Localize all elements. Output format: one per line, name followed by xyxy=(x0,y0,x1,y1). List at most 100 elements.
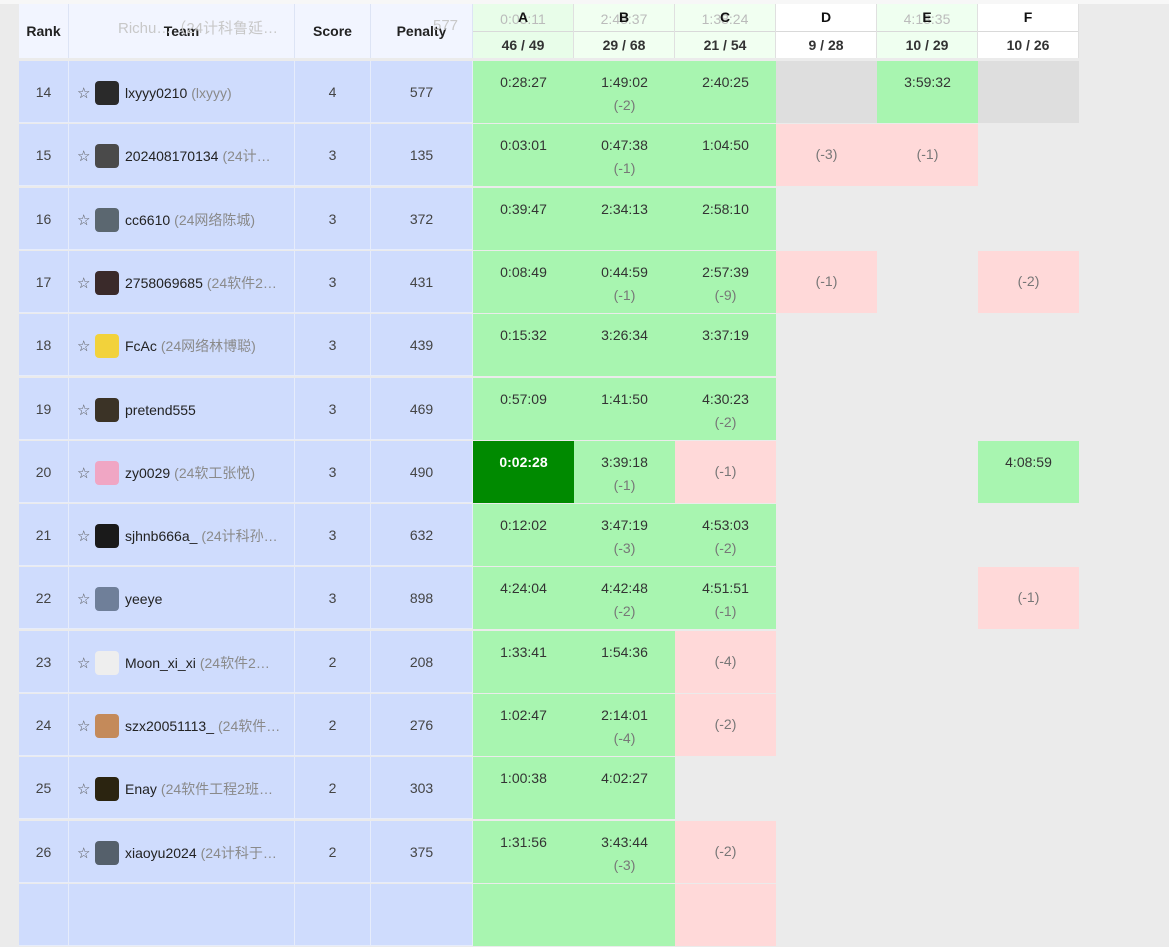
table-row[interactable]: 19 ☆ pretend555 3 469 0:57:09 1:41:50 4:30:23 (-… xyxy=(19,377,1079,441)
problem-d-cell[interactable] xyxy=(776,378,877,440)
team-name[interactable]: xiaoyu2024 xyxy=(125,845,197,861)
problem-d-cell[interactable] xyxy=(776,441,877,503)
rank-header[interactable]: Rank xyxy=(19,4,69,58)
problem-f-header[interactable]: F 10 / 26 xyxy=(978,4,1079,58)
problem-c-cell[interactable]: 4:53:03 (-2) xyxy=(675,504,776,567)
problem-b-cell[interactable]: 4:42:48 (-2) xyxy=(574,567,675,630)
problem-b-cell[interactable]: 1:49:02 (-2) xyxy=(574,61,675,123)
problem-b-cell[interactable]: 3:47:19 (-3) xyxy=(574,504,675,567)
problem-d-cell[interactable] xyxy=(776,821,877,883)
score-header[interactable]: Score xyxy=(295,4,371,58)
team-name[interactable]: cc6610 xyxy=(125,212,170,228)
problem-d-cell[interactable] xyxy=(776,631,877,693)
team-name[interactable]: szx20051113_ xyxy=(125,718,214,734)
problem-a-cell[interactable]: 1:33:41 xyxy=(473,630,574,693)
problem-a-cell[interactable]: 0:12:02 xyxy=(473,504,574,567)
team-cell[interactable]: ☆ lxyyy0210 (lxyyy) xyxy=(69,61,295,123)
problem-e-cell[interactable] xyxy=(877,504,978,566)
problem-f-cell[interactable] xyxy=(978,821,1079,883)
problem-d-cell[interactable] xyxy=(776,884,877,946)
problem-b-cell[interactable]: 3:39:18 (-1) xyxy=(574,440,675,503)
problem-f-cell[interactable] xyxy=(978,378,1079,440)
problem-d-header[interactable]: D 9 / 28 xyxy=(776,4,877,58)
team-name[interactable]: 2758069685 xyxy=(125,275,203,291)
star-icon[interactable]: ☆ xyxy=(77,84,95,102)
problem-f-cell[interactable] xyxy=(978,757,1079,819)
problem-c-cell[interactable]: 3:37:19 xyxy=(675,314,776,377)
problem-d-cell[interactable] xyxy=(776,504,877,566)
problem-d-cell[interactable] xyxy=(776,314,877,376)
table-row[interactable]: 18 ☆ FcAc (24网络林博聪) 3 439 0:15:32 3:26:34 3:37:1… xyxy=(19,314,1079,377)
problem-e-cell[interactable] xyxy=(877,378,978,440)
team-cell[interactable]: ☆ Enay (24软件工程2班… xyxy=(69,757,295,820)
problem-b-cell[interactable]: 1:41:50 xyxy=(574,377,675,440)
problem-c-cell[interactable]: 1:04:50 xyxy=(675,124,776,187)
problem-a-cell[interactable] xyxy=(473,883,574,946)
problem-a-cell[interactable]: 0:57:09 xyxy=(473,377,574,440)
table-row[interactable]: 20 ☆ zy0029 (24软工张悦) 3 490 0:02:28 3:39:18 (-1) (… xyxy=(19,440,1079,504)
table-row[interactable]: 24 ☆ szx20051113_ (24软件… 2 276 1:02:47 2:14:01 (… xyxy=(19,694,1079,757)
problem-d-cell[interactable]: (-3) xyxy=(776,124,877,187)
star-icon[interactable]: ☆ xyxy=(77,337,95,355)
team-name[interactable]: zy0029 xyxy=(125,465,170,481)
problem-a-cell[interactable]: 4:24:04 xyxy=(473,567,574,630)
team-name[interactable]: Moon_xi_xi xyxy=(125,655,196,671)
problem-c-cell[interactable]: 4:51:51 (-1) xyxy=(675,567,776,630)
problem-c-cell[interactable] xyxy=(675,883,776,946)
problem-f-cell[interactable]: 4:08:59 xyxy=(978,440,1079,503)
problem-e-cell[interactable] xyxy=(877,757,978,819)
problem-f-cell[interactable] xyxy=(978,884,1079,946)
problem-c-cell[interactable] xyxy=(675,757,776,819)
team-name[interactable]: FcAc xyxy=(125,338,157,354)
table-row[interactable]: 15 ☆ 202408170134 (24计… 3 135 0:03:01 0:47:38 (-… xyxy=(19,124,1079,187)
team-cell[interactable]: ☆ 2758069685 (24软件2… xyxy=(69,250,295,313)
problem-d-cell[interactable] xyxy=(776,757,877,819)
problem-e-cell[interactable] xyxy=(877,314,978,376)
table-row[interactable]: 26 ☆ xiaoyu2024 (24计科于… 2 375 1:31:56 3:43:44 (-… xyxy=(19,820,1079,884)
team-name[interactable]: sjhnb666a_ xyxy=(125,528,197,544)
table-row[interactable] xyxy=(19,883,1079,947)
problem-f-cell[interactable] xyxy=(978,694,1079,756)
problem-a-header[interactable]: 0:03:11 A 46 / 49 xyxy=(473,4,574,58)
problem-e-cell[interactable] xyxy=(877,821,978,883)
problem-f-cell[interactable] xyxy=(978,188,1079,250)
star-icon[interactable]: ☆ xyxy=(77,274,95,292)
problem-c-cell[interactable]: 2:58:10 xyxy=(675,187,776,250)
problem-f-cell[interactable] xyxy=(978,61,1079,123)
star-icon[interactable]: ☆ xyxy=(77,717,95,735)
problem-f-cell[interactable]: (-2) xyxy=(978,250,1079,313)
problem-d-cell[interactable] xyxy=(776,188,877,250)
team-name[interactable]: yeeye xyxy=(125,591,162,607)
problem-b-cell[interactable]: 1:54:36 xyxy=(574,630,675,693)
problem-a-cell[interactable]: 1:00:38 xyxy=(473,757,574,820)
problem-e-cell[interactable] xyxy=(877,251,978,313)
problem-e-cell[interactable] xyxy=(877,441,978,503)
problem-d-cell[interactable] xyxy=(776,567,877,629)
star-icon[interactable]: ☆ xyxy=(77,844,95,862)
problem-f-cell[interactable] xyxy=(978,504,1079,566)
team-name[interactable]: Enay xyxy=(125,781,157,797)
problem-c-cell[interactable]: 4:30:23 (-2) xyxy=(675,377,776,440)
problem-f-cell[interactable] xyxy=(978,314,1079,376)
team-cell[interactable]: ☆ yeeye xyxy=(69,567,295,630)
problem-c-cell[interactable]: (-2) xyxy=(675,820,776,883)
problem-b-cell[interactable]: 2:14:01 (-4) xyxy=(574,694,675,756)
table-row[interactable]: 22 ☆ yeeye 3 898 4:24:04 4:42:48 (-2) 4:51:51 (-1… xyxy=(19,567,1079,630)
problem-e-cell[interactable] xyxy=(877,567,978,629)
team-name[interactable]: pretend555 xyxy=(125,402,196,418)
team-cell[interactable]: ☆ FcAc (24网络林博聪) xyxy=(69,314,295,377)
problem-e-header[interactable]: 4:18:35 E 10 / 29 xyxy=(877,4,978,58)
team-cell[interactable]: ☆ xiaoyu2024 (24计科于… xyxy=(69,820,295,883)
problem-b-cell[interactable]: 4:02:27 xyxy=(574,757,675,820)
star-icon[interactable]: ☆ xyxy=(77,780,95,798)
team-cell[interactable]: ☆ 202408170134 (24计… xyxy=(69,124,295,187)
team-cell[interactable]: ☆ sjhnb666a_ (24计科孙… xyxy=(69,504,295,567)
problem-b-cell[interactable]: 3:26:34 xyxy=(574,314,675,377)
problem-c-cell[interactable]: 2:40:25 xyxy=(675,61,776,123)
star-icon[interactable]: ☆ xyxy=(77,211,95,229)
star-icon[interactable]: ☆ xyxy=(77,147,95,165)
problem-a-cell[interactable]: 0:08:49 xyxy=(473,250,574,313)
table-row[interactable]: 14 ☆ lxyyy0210 (lxyyy) 4 577 0:28:27 1:49:02 (-2… xyxy=(19,61,1079,124)
table-row[interactable]: 17 ☆ 2758069685 (24软件2… 3 431 0:08:49 0:44:59 (-… xyxy=(19,250,1079,314)
problem-e-cell[interactable] xyxy=(877,188,978,250)
